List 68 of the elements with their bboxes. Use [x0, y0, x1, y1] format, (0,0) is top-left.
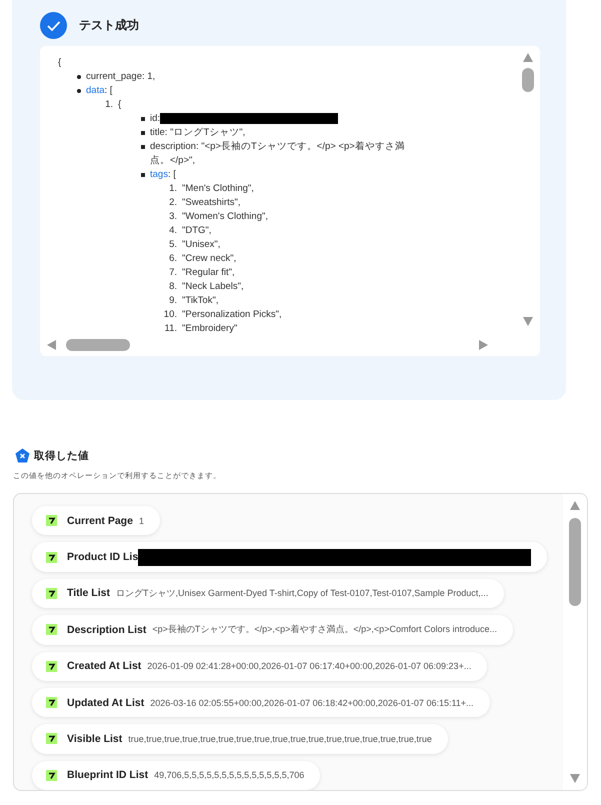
code-text: : [ — [104, 85, 112, 96]
list-number: 8. — [169, 280, 177, 294]
scroll-down-icon[interactable] — [569, 772, 581, 784]
app-logo-icon — [46, 733, 57, 744]
key-link[interactable]: data — [86, 85, 104, 96]
list-number: 11. — [164, 322, 177, 333]
code-text: "Crew neck", — [182, 252, 236, 266]
app-logo-icon — [46, 624, 57, 636]
key-link[interactable]: tags — [150, 169, 168, 180]
value-chip[interactable]: Visible List true,true,true,true,true,true,true,true,true,true,true,true,true,true,true,true,true — [32, 724, 448, 754]
list-number: 5. — [169, 238, 177, 252]
value-chip[interactable]: Updated At List 2026-03-16 02:05:55+00:00,2026-01-07 06:18:42+00:00,2026-01-07 06:15:11+... — [32, 688, 490, 718]
code-text: "DTG", — [182, 224, 212, 238]
app-logo-icon — [46, 660, 57, 672]
app-logo-icon — [46, 588, 57, 599]
app-logo-icon — [46, 770, 57, 781]
code-text: "Men's Clothing", — [182, 182, 254, 196]
code-text: current_page: 1, — [86, 71, 156, 82]
code-text: id: — [150, 113, 160, 124]
bullet-icon — [141, 145, 145, 149]
value-chip[interactable]: Description List <p>長袖のTシャツです。</p>,<p>着やすさ満点。</p>,<p>Comfort Colors introduce... — [32, 615, 513, 644]
list-number: 4. — [169, 224, 177, 238]
code-text: "Women's Clothing", — [182, 210, 268, 224]
bullet-icon — [141, 117, 145, 121]
app-logo-icon — [46, 515, 57, 526]
scroll-thumb[interactable] — [569, 518, 581, 606]
code-text: : [ — [168, 169, 176, 180]
bullet-icon — [141, 173, 145, 177]
code-text: "Neck Labels", — [182, 280, 244, 294]
code-text: "Sweatshirts", — [182, 196, 240, 210]
app-logo-icon — [46, 552, 57, 563]
code-text: "TikTok", — [182, 294, 218, 308]
variable-icon — [15, 448, 30, 463]
code-text: title: "ロングTシャツ", — [150, 127, 246, 138]
bullet-icon — [77, 89, 81, 93]
value-chip[interactable]: Created At List 2026-01-09 02:41:28+00:00,2026-01-07 06:17:40+00:00,2026-01-07 06:09:23+... — [32, 652, 488, 681]
code-text: "Embroidery" — [182, 322, 238, 333]
code-text: "Regular fit", — [182, 266, 235, 280]
scroll-up-icon[interactable] — [522, 52, 534, 64]
check-icon — [40, 12, 67, 38]
status-title: テスト成功 — [79, 16, 139, 34]
app-logo-icon — [46, 697, 57, 708]
value-chip[interactable]: Current Page 1 — [32, 506, 160, 536]
value-chip[interactable]: Title List ロングTシャツ,Unisex Garment-Dyed T-shirt,Copy of Test-0107,Test-0107,Sample Product,... — [32, 578, 504, 608]
bullet-icon — [77, 75, 81, 79]
list-number: 3. — [169, 210, 177, 224]
list-number: 1. — [105, 98, 113, 112]
value-chip[interactable]: Blueprint ID List 49,706,5,5,5,5,5,5,5,5,5,5,5,5,5,5,706 — [32, 760, 320, 790]
scroll-right-icon[interactable] — [477, 338, 489, 350]
scroll-thumb[interactable] — [522, 68, 534, 92]
bullet-icon — [141, 131, 145, 135]
scroll-up-icon[interactable] — [569, 500, 581, 512]
code-text: description: "<p>長袖のTシャツです。</p> <p>着やすさ満点。</p>", — [150, 141, 405, 166]
code-text: { — [118, 98, 122, 112]
list-number: 9. — [169, 294, 177, 308]
list-number: 10. — [164, 308, 177, 322]
value-chip[interactable]: Product ID Lis — [32, 542, 548, 572]
code-text: "Unisex", — [182, 238, 220, 252]
scroll-down-icon[interactable] — [522, 315, 534, 327]
list-number: 7. — [169, 266, 177, 280]
code-text: "Personalization Picks", — [182, 308, 282, 322]
list-number: 6. — [169, 252, 177, 266]
list-number: 2. — [169, 196, 177, 210]
scroll-thumb[interactable] — [66, 338, 130, 350]
list-number: 1. — [169, 182, 177, 196]
code-text: { — [58, 56, 62, 70]
section-title: 取得した値 — [34, 448, 89, 462]
scroll-left-icon[interactable] — [46, 338, 58, 350]
